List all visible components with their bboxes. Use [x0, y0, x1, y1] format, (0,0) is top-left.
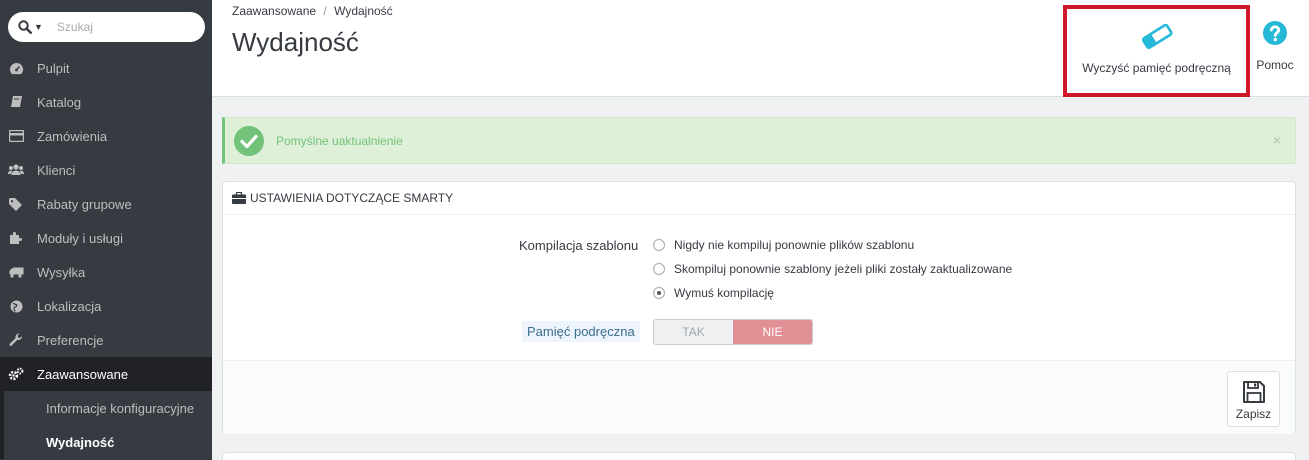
search-icon[interactable] — [18, 20, 32, 34]
sidebar-nav: Pulpit Katalog Zamówienia Klienci Rabaty… — [0, 51, 212, 459]
next-panel — [222, 452, 1296, 460]
radio-button-checked[interactable] — [653, 287, 665, 299]
sidebar-item-label: Zamówienia — [37, 128, 108, 144]
floppy-disk-icon — [1242, 381, 1265, 403]
sidebar-item-klienci[interactable]: Klienci — [0, 153, 212, 187]
clear-cache-button[interactable]: Wyczyść pamięć podręczną — [1063, 5, 1250, 97]
radio-label: Skompiluj ponownie szablony jeżeli pliki… — [674, 262, 1013, 276]
sidebar-item-lokalizacja[interactable]: Lokalizacja — [0, 289, 212, 323]
sidebar: ▼ Pulpit Katalog Zamówienia Klienci — [0, 0, 212, 460]
sidebar-subitem-label: Wydajność — [46, 434, 115, 450]
wrench-icon — [8, 332, 24, 348]
compile-option-never[interactable]: Nigdy nie kompiluj ponownie plików szabl… — [653, 238, 914, 252]
compile-option-if-updated[interactable]: Skompiluj ponownie szablony jeżeli pliki… — [653, 262, 1012, 276]
radio-button[interactable] — [653, 239, 665, 251]
breadcrumb-item[interactable]: Zaawansowane — [232, 4, 316, 18]
sidebar-item-label: Wysyłka — [37, 264, 86, 280]
sidebar-item-preferencje[interactable]: Preferencje — [0, 323, 212, 357]
breadcrumb-separator: / — [323, 4, 327, 18]
smarty-settings-panel: Ustawienia dotyczące Smarty Kompilacja s… — [222, 181, 1296, 434]
alert-message: Pomyślne uaktualnienie — [276, 133, 403, 148]
radio-label: Nigdy nie kompiluj ponownie plików szabl… — [674, 238, 915, 252]
sidebar-item-moduly-i-uslugi[interactable]: Moduły i usługi — [0, 221, 212, 255]
cache-toggle-no[interactable]: NIE — [733, 320, 812, 344]
sidebar-item-wysylka[interactable]: Wysyłka — [0, 255, 212, 289]
search-box[interactable]: ▼ — [8, 12, 205, 42]
eraser-icon — [1141, 23, 1173, 49]
sidebar-item-label: Katalog — [37, 94, 82, 110]
sidebar-item-label: Moduły i usługi — [37, 230, 123, 246]
panel-title: Ustawienia dotyczące Smarty — [250, 191, 454, 205]
panel-heading: Ustawienia dotyczące Smarty — [223, 182, 1295, 215]
close-icon[interactable]: × — [1273, 132, 1281, 148]
sidebar-item-zamowienia[interactable]: Zamówienia — [0, 119, 212, 153]
save-label: Zapisz — [1235, 407, 1272, 421]
sidebar-item-label: Lokalizacja — [37, 298, 102, 314]
radio-button[interactable] — [653, 263, 665, 275]
sidebar-item-label: Preferencje — [37, 332, 104, 348]
sidebar-subitem-label: Informacje konfiguracyjne — [46, 400, 195, 416]
sidebar-item-label: Klienci — [37, 162, 76, 178]
users-icon — [8, 162, 24, 178]
sidebar-item-katalog[interactable]: Katalog — [0, 85, 212, 119]
sidebar-subitem-wydajnosc[interactable]: Wydajność — [4, 425, 212, 459]
cache-toggle[interactable]: TAK NIE — [653, 319, 813, 345]
breadcrumb: Zaawansowane / Wydajność — [232, 4, 393, 18]
sidebar-item-label: Pulpit — [37, 60, 70, 76]
sidebar-item-rabaty-grupowe[interactable]: Rabaty grupowe — [0, 187, 212, 221]
compile-option-force[interactable]: Wymuś kompilację — [653, 286, 774, 300]
breadcrumb-item[interactable]: Wydajność — [334, 4, 393, 18]
credit-card-icon — [8, 128, 24, 144]
book-icon — [8, 94, 24, 110]
tags-icon — [8, 196, 24, 212]
success-alert: Pomyślne uaktualnienie × — [222, 117, 1296, 164]
chevron-down-icon[interactable]: ▼ — [34, 22, 43, 32]
globe-icon — [8, 298, 24, 314]
search-input[interactable] — [56, 20, 187, 34]
sidebar-item-label: Rabaty grupowe — [37, 196, 132, 212]
sidebar-item-zaawansowane[interactable]: Zaawansowane — [0, 357, 212, 391]
cogs-icon — [8, 366, 24, 382]
dashboard-icon — [8, 60, 24, 76]
page-header: Zaawansowane / Wydajność Wydajność Wyczy… — [212, 0, 1309, 97]
truck-icon — [8, 264, 24, 280]
briefcase-icon — [232, 192, 246, 204]
help-icon — [1263, 21, 1287, 45]
sidebar-submenu: Informacje konfiguracyjne Wydajność — [0, 391, 212, 459]
cache-label: Pamięć podręczna — [522, 321, 640, 342]
check-circle-icon — [234, 125, 264, 156]
cache-toggle-yes[interactable]: TAK — [654, 320, 733, 344]
page-title: Wydajność — [232, 27, 359, 57]
puzzle-icon — [8, 230, 24, 246]
save-button[interactable]: Zapisz — [1227, 371, 1280, 427]
template-compile-label: Kompilacja szablonu — [519, 238, 639, 253]
sidebar-subitem-informacje-konfiguracyjne[interactable]: Informacje konfiguracyjne — [4, 391, 212, 425]
sidebar-item-label: Zaawansowane — [37, 366, 129, 382]
clear-cache-label: Wyczyść pamięć podręczną — [1082, 61, 1231, 75]
radio-label: Wymuś kompilację — [674, 286, 774, 300]
help-button[interactable]: Pomoc — [1252, 20, 1298, 72]
panel-footer: Zapisz — [223, 360, 1295, 434]
sidebar-item-pulpit[interactable]: Pulpit — [0, 51, 212, 85]
help-label: Pomoc — [1256, 58, 1294, 72]
